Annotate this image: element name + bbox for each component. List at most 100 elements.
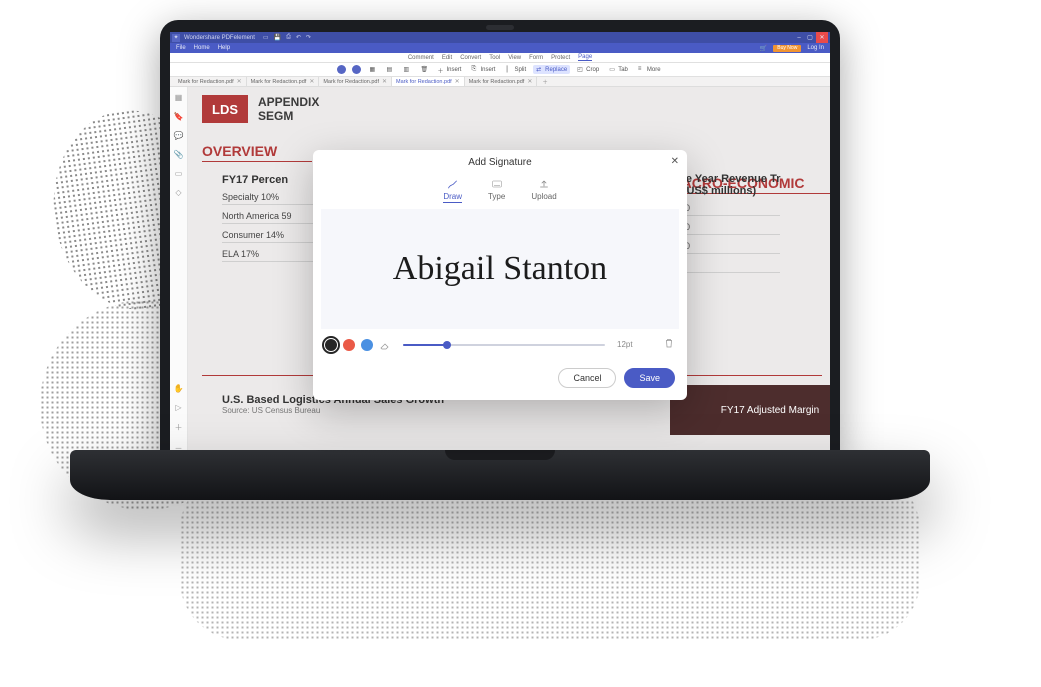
menu-home[interactable]: Home xyxy=(194,45,210,51)
tab-edit[interactable]: Edit xyxy=(442,55,452,61)
rev-trend-head2: (in US$ millions) xyxy=(670,185,830,197)
menu-help[interactable]: Help xyxy=(218,45,230,51)
tab-page[interactable]: Page xyxy=(578,54,592,61)
modal-close-button[interactable]: ✕ xyxy=(671,156,679,167)
layout-grid2-button[interactable]: ▤ xyxy=(383,65,396,74)
clear-signature-button[interactable] xyxy=(663,337,675,352)
app-icon: ✦ xyxy=(172,34,180,42)
crop-button[interactable]: ◰Crop xyxy=(574,65,602,74)
close-tab-icon[interactable]: ✕ xyxy=(309,78,314,85)
camera-notch xyxy=(486,25,514,30)
insert2-button[interactable]: ⎘Insert xyxy=(468,65,498,74)
overview-heading: OVERVIEW xyxy=(202,143,312,162)
close-window-button[interactable]: ✕ xyxy=(816,32,828,43)
split-button[interactable]: ⎮Split xyxy=(502,65,529,74)
layout-grid1-button[interactable]: ▦ xyxy=(366,65,379,74)
save-button[interactable]: Save xyxy=(624,368,675,388)
select-tool-icon[interactable]: ▷ xyxy=(175,403,181,412)
cart-icon: 🛒 xyxy=(760,45,767,52)
signature-text: Abigail Stanton xyxy=(393,250,607,288)
eraser-button[interactable] xyxy=(379,339,391,351)
add-signature-modal: Add Signature ✕ Draw Type xyxy=(313,150,687,400)
doc-tab[interactable]: Mark for Redaction.pdf✕ xyxy=(174,77,247,86)
thumbnails-icon[interactable]: ▦ xyxy=(175,93,183,102)
color-swatch-blue[interactable] xyxy=(361,339,373,351)
doc-tab[interactable]: Mark for Redaction.pdf✕ xyxy=(319,77,392,86)
laptop-trackpad-notch xyxy=(445,450,555,460)
thickness-value: 12pt xyxy=(617,340,637,349)
app-title: Wondershare PDFelement xyxy=(184,35,255,41)
qat-save-icon[interactable]: 💾 xyxy=(274,34,281,41)
tab-comment[interactable]: Comment xyxy=(408,55,434,61)
doc-tab-active[interactable]: Mark for Redaction.pdf✕ xyxy=(392,77,465,86)
close-tab-icon[interactable]: ✕ xyxy=(382,78,387,85)
laptop-base xyxy=(70,450,930,500)
doc-tab[interactable]: Mark for Redaction.pdf✕ xyxy=(247,77,320,86)
maximize-button[interactable]: ▢ xyxy=(805,34,815,42)
keyboard-icon xyxy=(490,178,504,190)
delete-page-button[interactable]: 🗑 xyxy=(417,65,430,74)
layers-icon[interactable]: ◇ xyxy=(175,188,181,197)
close-tab-icon[interactable]: ✕ xyxy=(237,78,242,85)
type-tab-label: Type xyxy=(488,192,505,201)
bookmarks-icon[interactable]: 🔖 xyxy=(174,112,184,121)
fields-icon[interactable]: ▭ xyxy=(175,169,183,178)
tab-button[interactable]: ▭Tab xyxy=(606,65,631,74)
hand-tool-icon[interactable]: ✋ xyxy=(174,384,184,393)
page-toolbar: ▦ ▤ ▥ 🗑 ＋Insert ⎘Insert ⎮Split ⇄Replace … xyxy=(170,63,830,77)
rotate-left-button[interactable] xyxy=(337,65,346,74)
buy-now-button[interactable]: Buy Now xyxy=(773,45,801,52)
slider-thumb[interactable] xyxy=(443,341,451,349)
qat-redo-icon[interactable]: ↷ xyxy=(306,34,311,41)
insert-button[interactable]: ＋Insert xyxy=(434,65,464,74)
close-tab-icon[interactable]: ✕ xyxy=(455,78,460,85)
rotate-right-button[interactable] xyxy=(352,65,361,74)
draw-icon xyxy=(446,178,460,190)
color-swatch-red[interactable] xyxy=(343,339,355,351)
draw-tab[interactable]: Draw xyxy=(443,178,462,203)
signature-canvas[interactable]: Abigail Stanton xyxy=(321,209,679,329)
minimize-button[interactable]: – xyxy=(794,34,804,42)
thickness-slider[interactable] xyxy=(403,339,605,351)
cancel-button[interactable]: Cancel xyxy=(558,368,616,388)
tab-tool[interactable]: Tool xyxy=(489,55,500,61)
ribbon-tabs: Comment Edit Convert Tool View Form Prot… xyxy=(170,53,830,63)
close-tab-icon[interactable]: ✕ xyxy=(527,78,532,85)
upload-icon xyxy=(537,178,551,190)
upload-tab[interactable]: Upload xyxy=(531,178,556,203)
add-tab-button[interactable]: ＋ xyxy=(537,78,553,86)
tab-form[interactable]: Form xyxy=(529,55,543,61)
signature-mode-tabs: Draw Type Upload xyxy=(313,174,687,209)
signature-tools: 12pt xyxy=(313,329,687,360)
app-window: ✦ Wondershare PDFelement ▭ 💾 ⎙ ↶ ↷ – ▢ ✕… xyxy=(170,32,830,454)
left-sidebar: ▦ 🔖 💬 📎 ▭ ◇ ✋ ▷ ＋ － xyxy=(170,87,188,454)
appendix-label: APPENDIX xyxy=(258,95,319,109)
comments-icon[interactable]: 💬 xyxy=(174,131,184,140)
document-tabs: Mark for Redaction.pdf✕ Mark for Redacti… xyxy=(170,77,830,87)
qat-print-icon[interactable]: ⎙ xyxy=(286,34,291,41)
tab-view[interactable]: View xyxy=(508,55,521,61)
window-titlebar: ✦ Wondershare PDFelement ▭ 💾 ⎙ ↶ ↷ – ▢ ✕ xyxy=(170,32,830,43)
modal-header: Add Signature ✕ xyxy=(313,150,687,174)
attachments-icon[interactable]: 📎 xyxy=(174,150,184,159)
file-menu-bar: File Home Help 🛒 Buy Now Log In xyxy=(170,43,830,53)
qat-undo-icon[interactable]: ↶ xyxy=(296,34,301,41)
laptop-screen: ✦ Wondershare PDFelement ▭ 💾 ⎙ ↶ ↷ – ▢ ✕… xyxy=(160,20,840,460)
tab-convert[interactable]: Convert xyxy=(460,55,481,61)
qat-open-icon[interactable]: ▭ xyxy=(263,34,269,41)
type-tab[interactable]: Type xyxy=(488,178,505,203)
color-swatch-black[interactable] xyxy=(325,339,337,351)
rev-trend-head1: Five Year Revenue Tr xyxy=(670,173,830,185)
draw-tab-label: Draw xyxy=(443,192,462,203)
tab-protect[interactable]: Protect xyxy=(551,55,570,61)
layout-grid3-button[interactable]: ▥ xyxy=(400,65,413,74)
replace-button[interactable]: ⇄Replace xyxy=(533,65,570,74)
zoom-in-icon[interactable]: ＋ xyxy=(175,422,183,433)
more-button[interactable]: ≡More xyxy=(635,65,664,74)
menu-file[interactable]: File xyxy=(176,45,186,51)
quick-access-toolbar: ▭ 💾 ⎙ ↶ ↷ xyxy=(263,34,311,41)
doc-tab[interactable]: Mark for Redaction.pdf✕ xyxy=(465,77,538,86)
appendix-label2: SEGM xyxy=(258,109,319,123)
company-logo: LDS xyxy=(202,95,248,123)
login-button[interactable]: Log In xyxy=(807,45,824,51)
